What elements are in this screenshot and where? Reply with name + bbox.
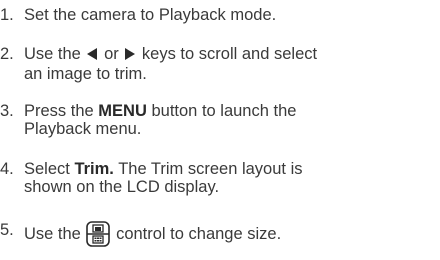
right-arrow-icon xyxy=(123,47,137,65)
step-text-part: button to launch the xyxy=(151,102,297,120)
trim-keyword: Trim. xyxy=(74,160,114,178)
step-text-part: Playback menu. xyxy=(24,120,142,138)
step-text-part: or xyxy=(104,45,119,63)
step-number: 2. xyxy=(0,45,14,63)
step-text-part: control to change size. xyxy=(116,225,282,243)
step-text: Use the or keys to scroll and select an … xyxy=(24,45,436,83)
zoom-control-icon xyxy=(86,221,111,251)
step-text-part: keys to scroll and select xyxy=(141,45,318,63)
step-text: Set the camera to Playback mode. xyxy=(24,6,277,24)
step-number: 4. xyxy=(0,160,14,178)
step-3: 3. Press the MENU button to launch the P… xyxy=(0,102,436,138)
step-text: Use the control to change size. xyxy=(24,221,436,251)
step-text: Select Trim. The Trim screen layout is s… xyxy=(24,160,436,196)
step-1: 1. Set the camera to Playback mode. xyxy=(0,6,436,24)
step-text-part: Press the xyxy=(24,102,94,120)
menu-keyword: MENU xyxy=(98,102,147,120)
step-2: 2. Use the or keys to scroll and select … xyxy=(0,45,436,83)
step-number: 5. xyxy=(0,221,14,239)
step-text-part: The Trim screen layout is xyxy=(118,160,303,178)
step-text-part: shown on the LCD display. xyxy=(24,178,220,196)
step-text-part: an image to trim. xyxy=(24,65,147,83)
step-text-part: Use the xyxy=(24,45,81,63)
step-text-part: Use the xyxy=(24,225,81,243)
step-number: 3. xyxy=(0,102,14,120)
step-4: 4. Select Trim. The Trim screen layout i… xyxy=(0,160,436,196)
step-number: 1. xyxy=(0,6,14,24)
step-text: Press the MENU button to launch the Play… xyxy=(24,102,436,138)
left-arrow-icon xyxy=(85,47,99,65)
step-text-part: Select xyxy=(24,160,70,178)
step-5: 5. Use the control to change size. xyxy=(0,221,436,251)
